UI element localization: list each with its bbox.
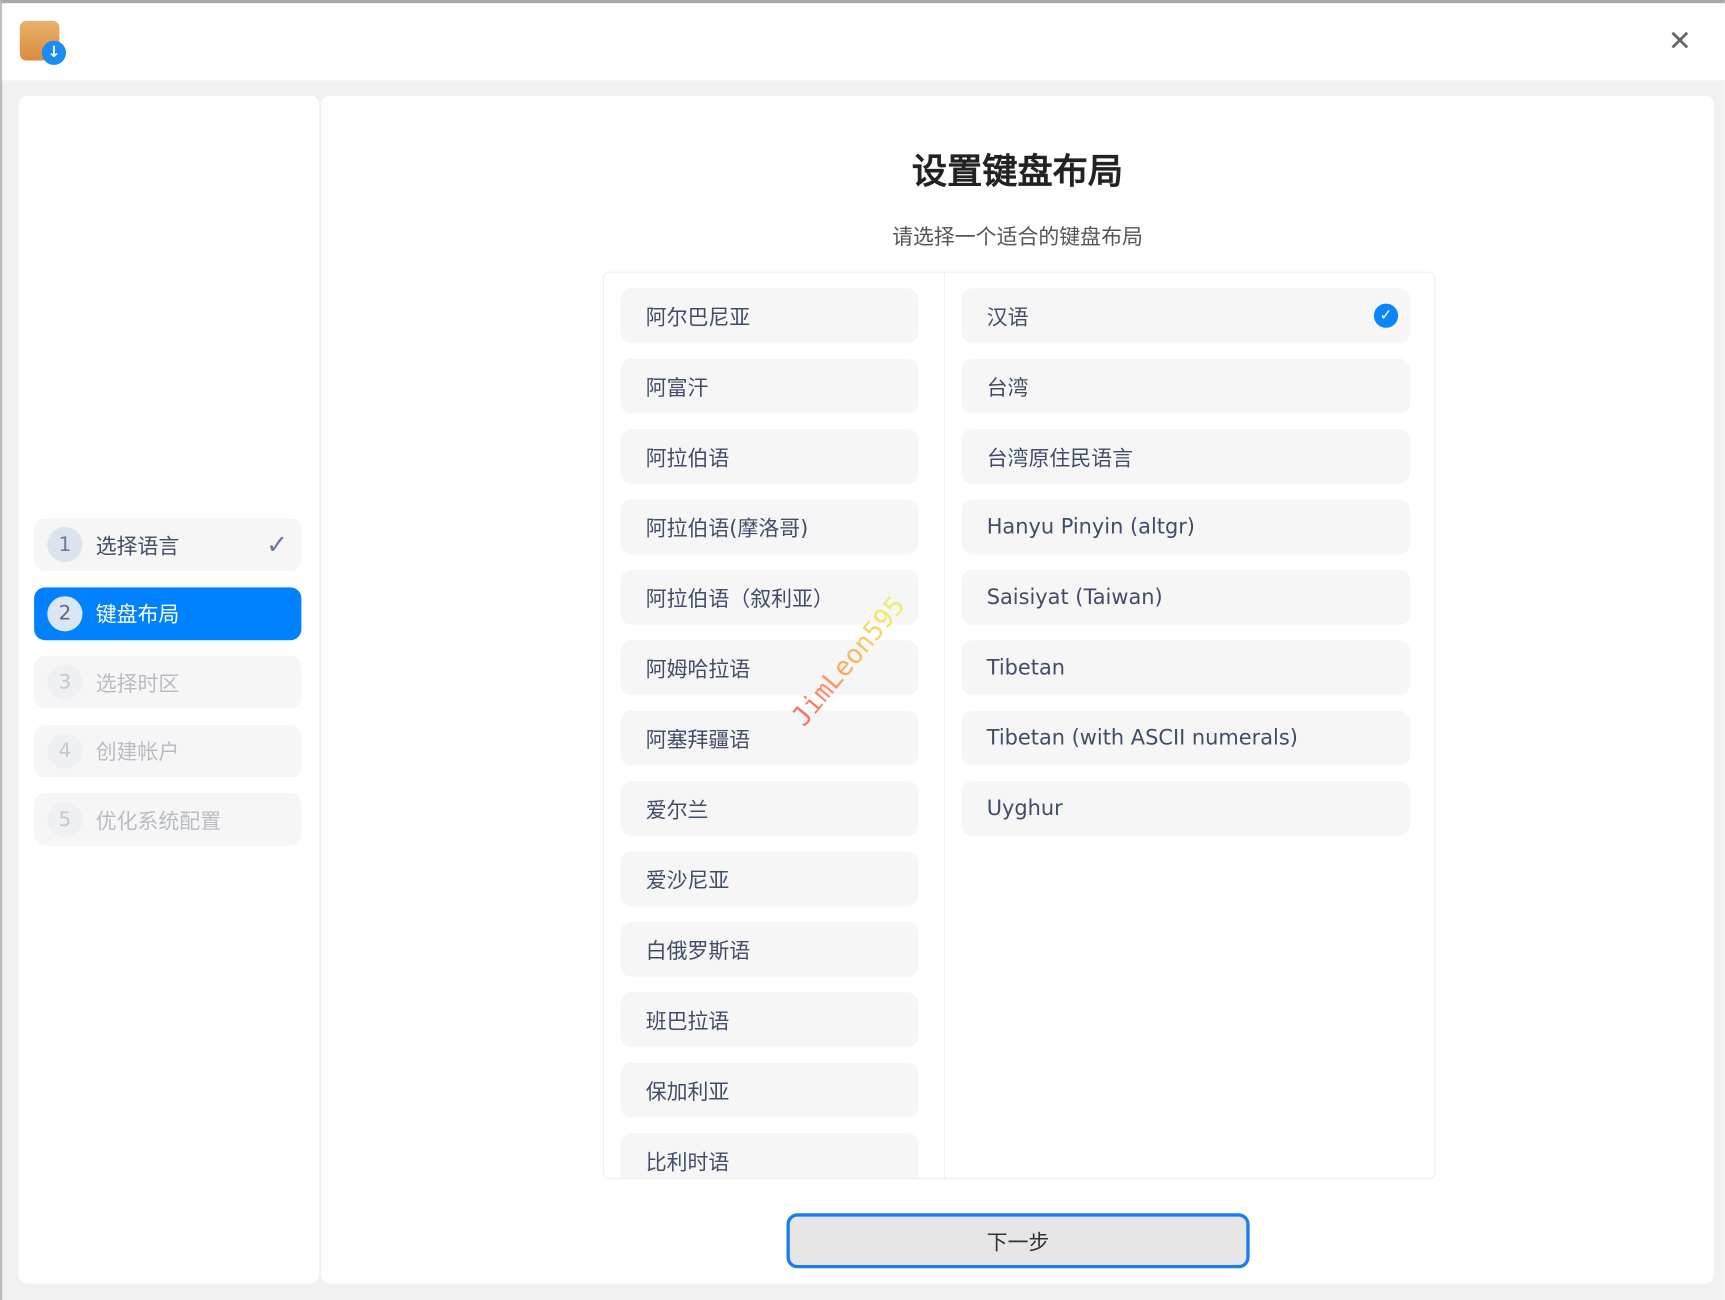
layout-list-item[interactable]: 爱沙尼亚 — [620, 851, 918, 906]
step-label: 选择语言 — [96, 530, 180, 560]
layout-list-item[interactable]: 阿塞拜疆语 — [620, 711, 918, 766]
step-label: 创建帐户 — [96, 736, 180, 766]
layout-list-item[interactable]: 台湾 — [961, 359, 1410, 414]
page-title: 设置键盘布局 — [321, 144, 1714, 195]
step-item-5[interactable]: 5 优化系统配置 — [34, 793, 301, 846]
steps-sidebar: 1 选择语言 ✓ 2 键盘布局 3 选择时区 4 创建帐户 5 优化系统配置 — [19, 96, 319, 1284]
layout-list-item[interactable]: 台湾原住民语言 — [961, 429, 1410, 484]
column-divider — [944, 273, 945, 1178]
layout-item-label: 爱沙尼亚 — [646, 864, 730, 894]
layout-list-item[interactable]: 爱尔兰 — [620, 781, 918, 836]
layout-list-item[interactable]: Hanyu Pinyin (altgr) — [961, 499, 1410, 554]
step-item-4[interactable]: 4 创建帐户 — [34, 724, 301, 777]
step-number: 5 — [47, 802, 82, 837]
layout-list-item[interactable]: Tibetan — [961, 640, 1410, 695]
layout-list-item[interactable]: 白俄罗斯语 — [620, 922, 918, 977]
keyboard-layout-list: 阿尔巴尼亚阿富汗阿拉伯语阿拉伯语(摩洛哥) 阿拉伯语（叙利亚） 阿姆哈拉语阿塞拜疆语… — [603, 272, 1436, 1180]
layout-item-label: 比利时语 — [646, 1146, 730, 1176]
layout-item-label: Uyghur — [987, 796, 1063, 820]
layout-list-item[interactable]: Tibetan (with ASCII numerals) — [961, 711, 1410, 766]
layout-item-label: Tibetan — [987, 656, 1065, 680]
installer-package-icon: ↓ — [20, 21, 60, 61]
layout-list-item[interactable]: 班巴拉语 — [620, 992, 918, 1047]
layout-list-item[interactable]: 阿拉伯语 — [620, 429, 918, 484]
layout-item-label: 班巴拉语 — [646, 1005, 730, 1035]
layout-list-item[interactable]: 比利时语 — [620, 1133, 918, 1179]
step-item-1[interactable]: 1 选择语言 ✓ — [34, 518, 301, 571]
layout-list-item[interactable]: Saisiyat (Taiwan) — [961, 570, 1410, 625]
main-panel: 设置键盘布局 请选择一个适合的键盘布局 阿尔巴尼亚阿富汗阿拉伯语阿拉伯语(摩洛哥… — [321, 96, 1714, 1284]
step-number: 4 — [47, 733, 82, 768]
layout-list-item[interactable]: 阿尔巴尼亚 — [620, 288, 918, 343]
layout-list-item[interactable]: 阿富汗 — [620, 359, 918, 414]
layout-list-item[interactable]: 保加利亚 — [620, 1063, 918, 1118]
step-number: 3 — [47, 664, 82, 699]
layout-item-label: 阿塞拜疆语 — [646, 723, 751, 753]
layout-item-label: 爱尔兰 — [646, 794, 709, 824]
title-bar: ↓ ✕ — [2, 3, 1725, 80]
layout-item-label: 阿姆哈拉语 — [646, 653, 751, 683]
layout-list-item[interactable]: 阿拉伯语(摩洛哥) — [620, 499, 918, 554]
layout-item-label: 汉语 — [987, 301, 1029, 331]
layout-item-label: Hanyu Pinyin (altgr) — [987, 515, 1195, 539]
step-label: 选择时区 — [96, 667, 180, 697]
step-label: 键盘布局 — [96, 598, 180, 628]
step-item-2[interactable]: 2 键盘布局 — [34, 587, 301, 640]
selected-check-icon: ✓ — [1374, 304, 1398, 328]
layout-item-label: 阿拉伯语 — [646, 442, 730, 472]
layout-item-label: 阿拉伯语（叙利亚） — [646, 582, 834, 612]
layout-item-label: 阿拉伯语(摩洛哥) — [646, 512, 809, 542]
layout-item-label: Tibetan (with ASCII numerals) — [987, 726, 1298, 750]
step-number: 1 — [47, 527, 82, 562]
layout-list-item[interactable]: Uyghur — [961, 781, 1410, 836]
step-item-3[interactable]: 3 选择时区 — [34, 656, 301, 709]
layout-item-label: 台湾 — [987, 371, 1029, 401]
step-number: 2 — [47, 596, 82, 631]
layout-item-label: 保加利亚 — [646, 1075, 730, 1105]
layout-item-label: 白俄罗斯语 — [646, 934, 751, 964]
close-icon[interactable]: ✕ — [1668, 25, 1692, 58]
layout-item-label: 台湾原住民语言 — [987, 442, 1133, 472]
layout-item-label: 阿尔巴尼亚 — [646, 301, 751, 331]
page-subtitle: 请选择一个适合的键盘布局 — [321, 221, 1714, 251]
checkmark-icon: ✓ — [266, 529, 288, 560]
layout-item-label: 阿富汗 — [646, 371, 709, 401]
layout-list-item[interactable]: 汉语 ✓ — [961, 288, 1410, 343]
installer-window: ↓ ✕ 1 选择语言 ✓ 2 键盘布局 3 选择时区 4 创建帐户 5 优化系统配置 设置键盘布局 … — [0, 0, 1725, 1300]
layout-item-label: Saisiyat (Taiwan) — [987, 585, 1163, 609]
step-label: 优化系统配置 — [96, 805, 221, 835]
next-button[interactable]: 下一步 — [787, 1213, 1250, 1268]
